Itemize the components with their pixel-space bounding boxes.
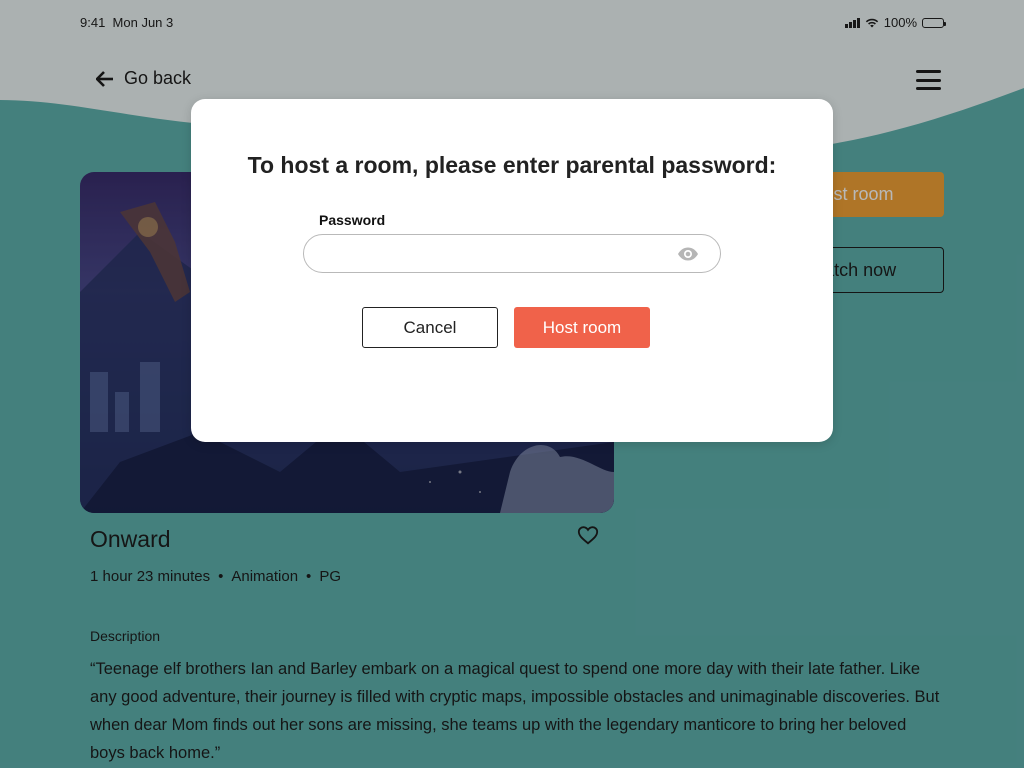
dialog-title: To host a room, please enter parental pa… <box>247 152 777 178</box>
eye-icon[interactable] <box>677 246 699 262</box>
password-input[interactable] <box>303 234 721 273</box>
cancel-label: Cancel <box>403 317 457 337</box>
cancel-button[interactable]: Cancel <box>362 307 498 348</box>
confirm-host-room-button[interactable]: Host room <box>514 307 650 348</box>
confirm-host-room-label: Host room <box>542 317 622 337</box>
parental-password-dialog: To host a room, please enter parental pa… <box>191 99 833 442</box>
password-label: Password <box>319 212 386 228</box>
